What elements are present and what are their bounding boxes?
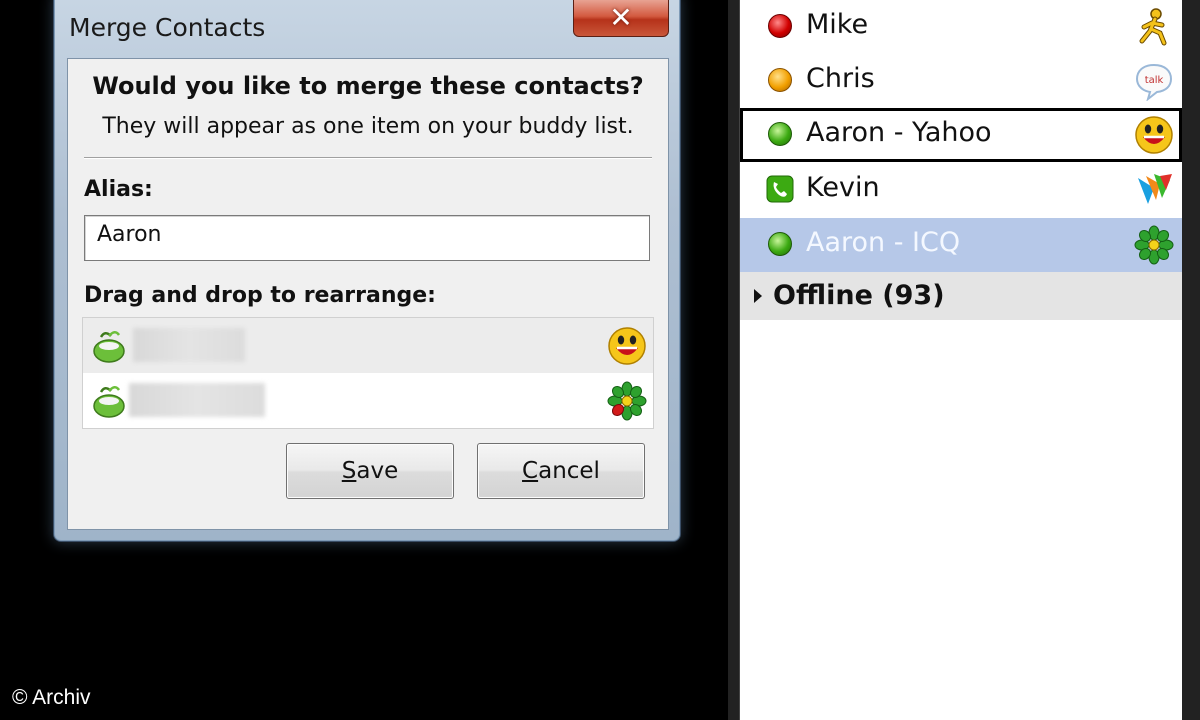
available-status-icon bbox=[768, 122, 792, 146]
blurred-contact-name bbox=[129, 383, 265, 417]
group-label: Offline (93) bbox=[773, 280, 945, 311]
away-status-icon bbox=[768, 68, 792, 92]
alias-label: Alias: bbox=[84, 177, 153, 202]
drag-label: Drag and drop to rearrange: bbox=[84, 283, 436, 308]
alias-input[interactable]: Aaron bbox=[84, 215, 650, 261]
cancel-button[interactable]: Cancel bbox=[477, 443, 645, 499]
save-label: ave bbox=[356, 458, 399, 484]
copyright-watermark: © Archiv bbox=[12, 686, 91, 709]
buddy-name: Aaron - ICQ bbox=[806, 227, 961, 258]
merge-contacts-dialog: Merge Contacts ✕ Would you like to merge… bbox=[53, 0, 681, 542]
pidgin-icon bbox=[93, 386, 125, 418]
pidgin-icon bbox=[93, 331, 125, 363]
buddy-row-chris[interactable]: Chris talk bbox=[740, 54, 1182, 108]
group-offline[interactable]: Offline (93) bbox=[740, 272, 1182, 320]
save-accel: S bbox=[341, 458, 357, 484]
blurred-contact-name bbox=[133, 328, 245, 362]
close-button[interactable]: ✕ bbox=[573, 0, 669, 37]
merge-contact-list[interactable] bbox=[82, 317, 654, 429]
cancel-accel: C bbox=[522, 458, 539, 484]
dialog-title: Merge Contacts bbox=[69, 13, 266, 42]
icq-icon bbox=[607, 381, 647, 421]
buddy-list: Mike Chris talk Aaron - Yahoo Kevin Aaro… bbox=[739, 0, 1182, 720]
icq-icon bbox=[1134, 225, 1174, 265]
buddy-name: Mike bbox=[806, 9, 869, 40]
buddy-name: Aaron - Yahoo bbox=[806, 117, 992, 148]
available-status-icon bbox=[768, 232, 792, 256]
list-item[interactable] bbox=[83, 318, 653, 373]
separator bbox=[84, 157, 652, 159]
gtalk-icon: talk bbox=[1135, 63, 1173, 101]
buddy-name: Kevin bbox=[806, 172, 880, 203]
buddy-row-kevin[interactable]: Kevin bbox=[740, 163, 1182, 217]
yahoo-icon bbox=[1135, 116, 1173, 154]
busy-status-icon bbox=[768, 14, 792, 38]
mobile-status-icon bbox=[766, 175, 794, 203]
dialog-client-area: Would you like to merge these contacts? … bbox=[67, 58, 669, 530]
save-button[interactable]: Save bbox=[286, 443, 454, 499]
svg-text:talk: talk bbox=[1145, 75, 1164, 86]
buddy-row-mike[interactable]: Mike bbox=[740, 0, 1182, 54]
cancel-label: ancel bbox=[538, 458, 600, 484]
list-item[interactable] bbox=[83, 373, 653, 428]
merge-question: Would you like to merge these contacts? bbox=[92, 72, 644, 100]
expand-arrow-icon[interactable] bbox=[754, 289, 762, 303]
yahoo-icon bbox=[608, 327, 646, 365]
buddy-row-aaron-yahoo[interactable]: Aaron - Yahoo bbox=[740, 108, 1182, 162]
merge-subtext: They will appear as one item on your bud… bbox=[102, 114, 634, 139]
buddy-row-aaron-icq[interactable]: Aaron - ICQ bbox=[740, 218, 1182, 272]
buddy-name: Chris bbox=[806, 63, 875, 94]
aim-icon bbox=[1139, 8, 1167, 46]
msn-icon bbox=[1138, 174, 1172, 204]
